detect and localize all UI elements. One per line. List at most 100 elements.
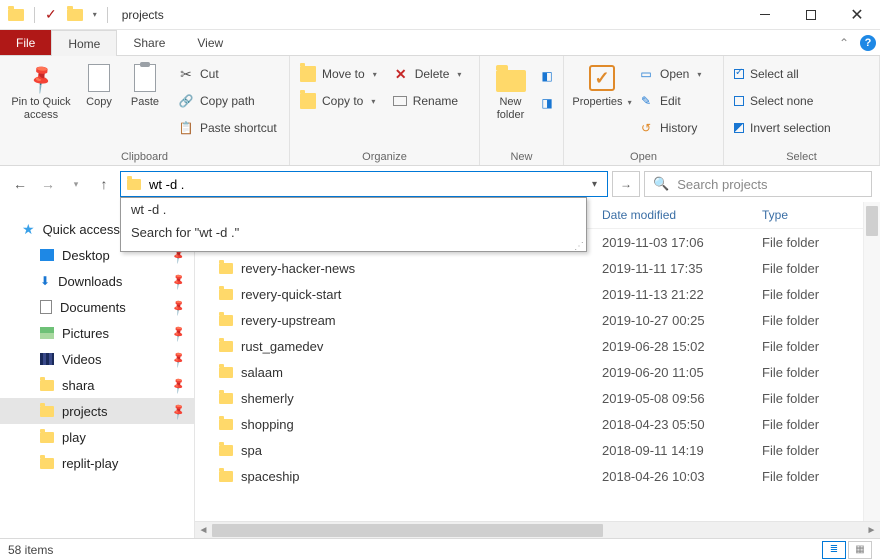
- up-button[interactable]: ↑: [92, 172, 116, 196]
- resize-grip[interactable]: ⋰: [121, 244, 586, 251]
- table-row[interactable]: shemerly2019-05-08 09:56File folder: [195, 385, 880, 411]
- file-name: revery-quick-start: [241, 287, 341, 302]
- easy-access-button[interactable]: ◨: [537, 91, 557, 115]
- tab-view[interactable]: View: [181, 30, 239, 55]
- file-type: File folder: [762, 313, 872, 328]
- sidebar-item-replit-play[interactable]: replit-play: [0, 450, 194, 476]
- folder-icon: [40, 458, 54, 469]
- address-bar[interactable]: ▾ wt -d . Search for "wt -d ." ⋰: [120, 171, 608, 197]
- collapse-ribbon-button[interactable]: ⌃: [832, 30, 856, 55]
- column-date[interactable]: Date modified: [602, 208, 762, 222]
- file-name: spa: [241, 443, 262, 458]
- file-list-pane: Name Date modified Type 2019-11-03 17:06…: [195, 202, 880, 538]
- scrollbar-thumb[interactable]: [212, 524, 603, 537]
- close-button[interactable]: ✕: [834, 0, 880, 30]
- chevron-down-icon: ▾: [373, 70, 377, 79]
- details-view-button[interactable]: ≣: [822, 541, 846, 559]
- table-row[interactable]: salaam2019-06-20 11:05File folder: [195, 359, 880, 385]
- table-row[interactable]: rust_gamedev2019-06-28 15:02File folder: [195, 333, 880, 359]
- new-folder-button[interactable]: New folder: [486, 60, 535, 121]
- edit-button[interactable]: ✎Edit: [634, 89, 705, 113]
- vertical-scrollbar[interactable]: [863, 202, 880, 521]
- go-button[interactable]: →: [612, 171, 640, 197]
- rename-button[interactable]: Rename: [389, 89, 466, 113]
- delete-button[interactable]: ✕Delete▾: [389, 62, 466, 86]
- help-button[interactable]: ?: [856, 30, 880, 55]
- group-clipboard: 📌 Pin to Quick access Copy Paste ✂Cut 🔗C…: [0, 56, 290, 165]
- cut-button[interactable]: ✂Cut: [174, 62, 281, 86]
- folder-icon: [127, 179, 141, 190]
- tab-file[interactable]: File: [0, 30, 51, 55]
- new-item-button[interactable]: ◧: [537, 64, 557, 88]
- sidebar-item-shara[interactable]: shara📌: [0, 372, 194, 398]
- recent-dropdown[interactable]: ▾: [64, 172, 88, 196]
- paste-button[interactable]: Paste: [122, 60, 168, 109]
- chevron-down-icon[interactable]: ▾: [588, 179, 601, 190]
- table-row[interactable]: revery-quick-start 2019-11-13 21:22File f…: [195, 281, 880, 307]
- minimize-button[interactable]: [742, 0, 788, 30]
- sidebar-item-downloads[interactable]: ⬇Downloads📌: [0, 268, 194, 294]
- back-button[interactable]: ←: [8, 172, 32, 196]
- thumbnails-view-button[interactable]: ▦: [848, 541, 872, 559]
- address-input[interactable]: [149, 177, 582, 192]
- file-date: 2019-11-13 21:22: [602, 287, 762, 302]
- folder-icon: [219, 341, 233, 352]
- sidebar-item-pictures[interactable]: Pictures📌: [0, 320, 194, 346]
- scroll-left-button[interactable]: ◄: [195, 525, 212, 536]
- pin-to-quick-access-button[interactable]: 📌 Pin to Quick access: [6, 60, 76, 121]
- search-input[interactable]: [677, 177, 863, 192]
- copy-to-button[interactable]: Copy to▾: [296, 89, 381, 113]
- file-type: File folder: [762, 287, 872, 302]
- sidebar-item-documents[interactable]: Documents📌: [0, 294, 194, 320]
- invert-selection-button[interactable]: Invert selection: [730, 116, 835, 140]
- forward-button[interactable]: →: [36, 172, 60, 196]
- tab-share[interactable]: Share: [117, 30, 181, 55]
- sidebar-item-play[interactable]: play: [0, 424, 194, 450]
- paste-shortcut-button[interactable]: 📋Paste shortcut: [174, 116, 281, 140]
- edit-icon: ✎: [638, 93, 654, 109]
- column-type[interactable]: Type: [762, 208, 872, 222]
- tab-home[interactable]: Home: [51, 30, 117, 56]
- chevron-down-icon: ▾: [371, 97, 375, 106]
- horizontal-scrollbar[interactable]: ◄ ►: [195, 521, 880, 538]
- navigation-bar: ← → ▾ ↑ ▾ wt -d . Search for "wt -d ." ⋰…: [0, 166, 880, 202]
- properties-button[interactable]: ✓ Properties ▾: [570, 60, 634, 109]
- sidebar-item-videos[interactable]: Videos📌: [0, 346, 194, 372]
- file-type: File folder: [762, 417, 872, 432]
- move-to-button[interactable]: Move to▾: [296, 62, 381, 86]
- select-none-button[interactable]: Select none: [730, 89, 835, 113]
- quick-access-toolbar: ✓ ▾: [0, 6, 116, 23]
- history-button[interactable]: ↺History: [634, 116, 705, 140]
- file-type: File folder: [762, 469, 872, 484]
- search-box[interactable]: 🔍: [644, 171, 872, 197]
- select-all-button[interactable]: Select all: [730, 62, 835, 86]
- folder-icon[interactable]: [67, 9, 83, 21]
- folder-icon: [300, 66, 316, 82]
- file-list[interactable]: revery-hacker-news2019-11-11 17:35File f…: [195, 255, 880, 521]
- table-row[interactable]: shopping2018-04-23 05:50File folder: [195, 411, 880, 437]
- maximize-button[interactable]: [788, 0, 834, 30]
- history-icon: ↺: [638, 120, 654, 136]
- file-date: 2019-05-08 09:56: [602, 391, 762, 406]
- scrollbar-thumb[interactable]: [866, 206, 878, 236]
- group-open: ✓ Properties ▾ ▭Open▾ ✎Edit ↺History Ope…: [564, 56, 724, 165]
- table-row[interactable]: spaceship2018-04-26 10:03File folder: [195, 463, 880, 489]
- check-icon[interactable]: ✓: [45, 6, 57, 23]
- sidebar-item-projects[interactable]: projects📌: [0, 398, 194, 424]
- suggestion-item[interactable]: Search for "wt -d .": [121, 221, 586, 244]
- folder-icon: [219, 263, 233, 274]
- file-date: 2019-11-11 17:35: [602, 261, 762, 276]
- copy-path-button[interactable]: 🔗Copy path: [174, 89, 281, 113]
- table-row[interactable]: revery-upstream2019-10-27 00:25File fold…: [195, 307, 880, 333]
- copy-button[interactable]: Copy: [76, 60, 122, 109]
- cut-icon: ✂: [178, 66, 194, 82]
- scroll-right-button[interactable]: ►: [863, 525, 880, 536]
- table-row[interactable]: revery-hacker-news2019-11-11 17:35File f…: [195, 255, 880, 281]
- suggestion-item[interactable]: wt -d .: [121, 198, 586, 221]
- copy-path-icon: 🔗: [178, 93, 194, 109]
- table-row[interactable]: spa2018-09-11 14:19File folder: [195, 437, 880, 463]
- open-button[interactable]: ▭Open▾: [634, 62, 705, 86]
- new-item-icon: ◧: [539, 68, 555, 84]
- chevron-down-icon[interactable]: ▾: [93, 10, 97, 19]
- navigation-pane[interactable]: ★ Quick access Desktop📌 ⬇Downloads📌 Docu…: [0, 202, 195, 538]
